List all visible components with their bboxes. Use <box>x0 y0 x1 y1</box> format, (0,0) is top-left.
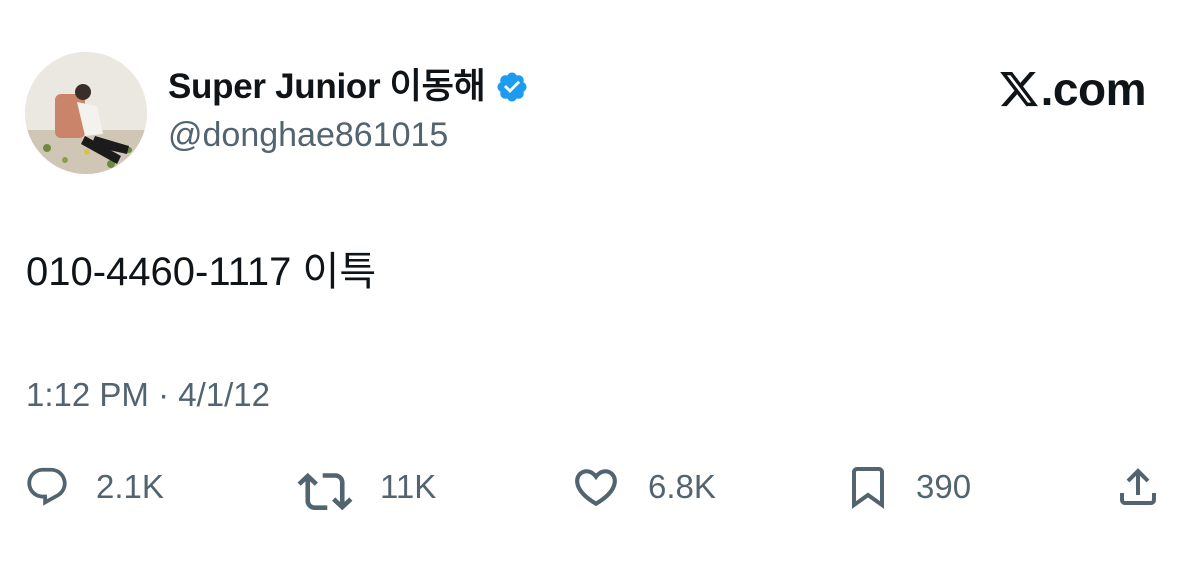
share-icon <box>1114 463 1162 511</box>
brand-logo: .com <box>997 63 1147 115</box>
retweet-icon <box>296 464 354 510</box>
reply-icon <box>24 464 70 510</box>
display-name[interactable]: Super Junior 이동해 <box>168 66 529 108</box>
reply-count: 2.1K <box>96 468 164 505</box>
user-handle[interactable]: @donghae861015 <box>168 114 448 156</box>
like-count: 6.8K <box>648 468 716 505</box>
bookmark-count: 390 <box>916 468 972 505</box>
share-button[interactable] <box>1114 462 1162 512</box>
display-name-text: Super Junior 이동해 <box>168 67 486 106</box>
x-logo-icon <box>997 68 1041 110</box>
heart-icon <box>570 464 622 510</box>
profile-avatar[interactable] <box>25 52 147 174</box>
retweet-button[interactable]: 11K <box>296 462 436 512</box>
reply-button[interactable]: 2.1K <box>24 462 164 512</box>
bookmark-icon <box>846 463 890 511</box>
brand-domain: .com <box>1040 63 1147 115</box>
like-button[interactable]: 6.8K <box>570 462 716 512</box>
verified-badge-icon <box>495 70 529 104</box>
tweet-text: 010-4460-1117 이특 <box>26 250 377 294</box>
bookmark-button[interactable]: 390 <box>846 462 971 512</box>
retweet-count: 11K <box>380 468 437 505</box>
tweet-timestamp[interactable]: 1:12 PM · 4/1/12 <box>26 374 270 416</box>
